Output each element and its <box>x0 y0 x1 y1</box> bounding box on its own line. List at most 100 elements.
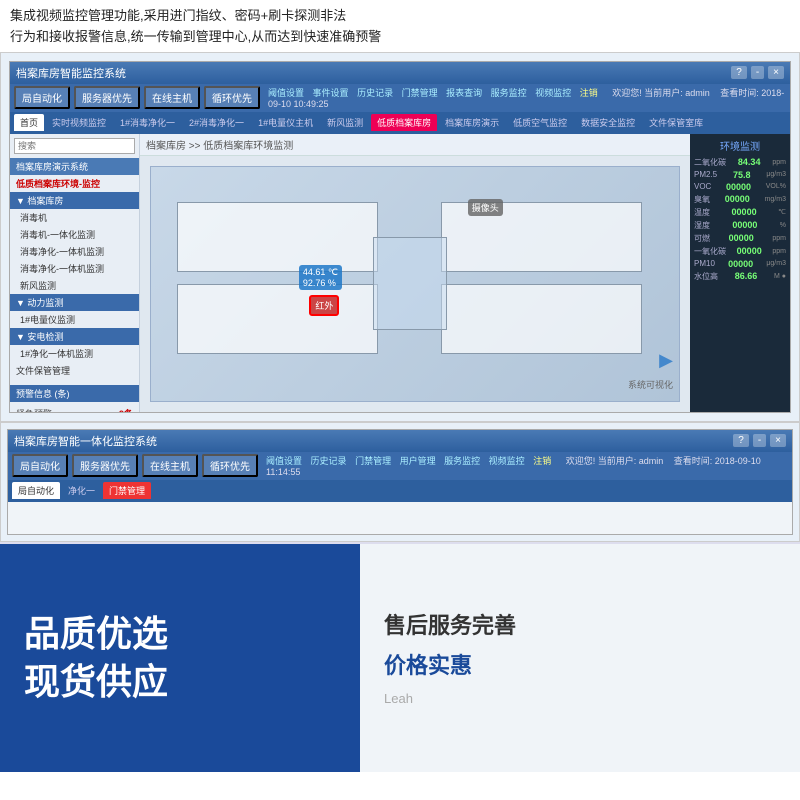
env-ozone-value: 00000 <box>725 194 750 204</box>
sidebar-section-alarm: 预警信息 (条) <box>10 385 139 402</box>
nav2-door[interactable]: 门禁管理 <box>355 456 391 466</box>
toolbar2-btn-auto[interactable]: 局自动化 <box>12 454 68 477</box>
nav2-tab-auto[interactable]: 局自动化 <box>12 482 60 499</box>
env-pm25: PM2.5 75.8 μg/m3 <box>694 170 786 180</box>
top-banner: 集成视频监控管理功能,采用进门指纹、密码+刷卡探测非法 行为和接收报警信息,统一… <box>0 0 800 52</box>
sidebar-item-purify1[interactable]: 消毒净化-一体机监测 <box>10 243 139 260</box>
nav-tab-realtime[interactable]: 实时视频监控 <box>46 114 112 131</box>
help-btn[interactable]: ? <box>731 66 747 79</box>
nav-btn-video[interactable]: 视频监控 <box>535 88 571 98</box>
promo-text-1: 品质优选 <box>24 612 336 655</box>
sidebar-item-demo[interactable]: 档案库房演示系统 <box>10 158 139 175</box>
titlebar-1: 档案库房智能监控系统 ? - × <box>10 62 790 84</box>
sidebar-item-purify2[interactable]: 消毒净化-一体机监测 <box>10 260 139 277</box>
help-btn-2[interactable]: ? <box>733 434 749 447</box>
minimize-btn-2[interactable]: - <box>753 434 766 447</box>
toolbar-btn-cycle[interactable]: 循环优先 <box>204 86 260 109</box>
nav2-user[interactable]: 用户管理 <box>400 456 436 466</box>
system-label: 系统可视化 <box>628 378 673 391</box>
sidebar-item-file[interactable]: 文件保管管理 <box>10 362 139 379</box>
toolbar2-btn-cycle[interactable]: 循环优先 <box>202 454 258 477</box>
promo-right: 售后服务完善 价格实惠 Leah <box>360 544 800 772</box>
nav-tab-ventilation[interactable]: 新风监测 <box>321 114 369 131</box>
room-left-top <box>177 202 378 272</box>
nav2-service[interactable]: 服务监控 <box>444 456 480 466</box>
toolbar-btn-online[interactable]: 在线主机 <box>144 86 200 109</box>
window-controls-1[interactable]: ? - × <box>731 66 784 79</box>
sidebar-item-archive[interactable]: 消毒机 <box>10 209 139 226</box>
close-btn-2[interactable]: × <box>770 434 786 447</box>
nav2-logout[interactable]: 注销 <box>533 456 551 466</box>
sensor-infrared[interactable]: 红外 <box>309 295 339 316</box>
window-controls-2[interactable]: ? - × <box>733 434 786 447</box>
env-co2-label: 二氧化碳 <box>694 157 726 168</box>
user-info-1: 欢迎您! 当前用户: admin <box>612 88 710 98</box>
app-body-1: 档案库房演示系统 低质档案库环境-监控 ▼ 档案库房 消毒机 消毒机-一体化监测… <box>10 134 790 412</box>
close-btn[interactable]: × <box>768 66 784 79</box>
sidebar-section-archive: ▼ 档案库房 <box>10 192 139 209</box>
toolbar2-btn-online[interactable]: 在线主机 <box>142 454 198 477</box>
nav2-tab-purify[interactable]: 净化一 <box>62 482 101 499</box>
search-input[interactable] <box>14 138 135 154</box>
sidebar-section-electric: ▼ 安电检测 <box>10 328 139 345</box>
nav-tab-file[interactable]: 文件保管室库 <box>643 114 709 131</box>
env-co: 一氧化碳 00000 ppm <box>694 246 786 257</box>
sidebar-section-power: ▼ 动力监测 <box>10 294 139 311</box>
floor-plan-area: 44.61 ℃ 92.76 % 摄像头 红外 ▶ 系统可视化 <box>140 156 690 412</box>
sensor-temp-humidity[interactable]: 44.61 ℃ 92.76 % <box>299 265 342 290</box>
alarm-count-urgent: 9条 <box>119 407 133 412</box>
env-humidity-unit: % <box>780 222 786 229</box>
env-voc: VOC 00000 VOL% <box>694 182 786 192</box>
env-water-value: 86.66 <box>735 271 758 281</box>
nav-tab-home[interactable]: 首页 <box>14 114 44 131</box>
nav-btn-door[interactable]: 门禁管理 <box>402 88 438 98</box>
nav-btn-user[interactable]: 报表查询 <box>446 88 482 98</box>
toolbar-1: 局自动化 服务器优先 在线主机 循环优先 阈值设置 事件设置 历史记录 门禁管理… <box>10 84 790 112</box>
nav-arrow-right[interactable]: ▶ <box>659 350 673 371</box>
nav-btn-history[interactable]: 事件设置 <box>313 88 349 98</box>
env-co2-value: 84.34 <box>738 157 761 167</box>
nav2-tab-door[interactable]: 门禁管理 <box>103 482 151 499</box>
env-panel: 环境监测 二氧化碳 84.34 ppm PM2.5 75.8 μg/m3 VOC… <box>690 134 790 412</box>
app-title-2: 档案库房智能一体化监控系统 <box>14 433 733 449</box>
nav-tab-demo[interactable]: 档案库房演示 <box>439 114 505 131</box>
app-window-2: 档案库房智能一体化监控系统 ? - × 局自动化 服务器优先 在线主机 循环优先… <box>7 429 793 535</box>
env-combustible-label: 可燃 <box>694 233 710 244</box>
toolbar-btn-auto[interactable]: 局自动化 <box>14 86 70 109</box>
nav-tab-air[interactable]: 低质空气监控 <box>507 114 573 131</box>
app-window-1: 档案库房智能监控系统 ? - × 局自动化 服务器优先 在线主机 循环优先 阈值… <box>9 61 791 413</box>
app-title-1: 档案库房智能监控系统 <box>16 65 731 81</box>
sensor-camera[interactable]: 摄像头 <box>468 199 503 216</box>
toolbar-2: 局自动化 服务器优先 在线主机 循环优先 阈值设置 历史记录 门禁管理 用户管理… <box>8 452 792 480</box>
minimize-btn[interactable]: - <box>751 66 764 79</box>
env-water-label: 水位高 <box>694 271 718 282</box>
nav-tab-power[interactable]: 1#电量仪主机 <box>252 114 319 131</box>
alarm-section: 紧急预警 9条 严重预警 1条 主要预警 23条 次要预警 14条 <box>10 402 139 412</box>
floor-plan-3d: 44.61 ℃ 92.76 % 摄像头 红外 ▶ 系统可视化 <box>150 166 680 402</box>
nav-btn-logout[interactable]: 注销 <box>580 88 598 98</box>
sidebar-item-ventilation[interactable]: 新风监测 <box>10 277 139 294</box>
nav2-video[interactable]: 视频监控 <box>489 456 525 466</box>
sidebar-item-power[interactable]: 1#电量仪监测 <box>10 311 139 328</box>
nav2-threshold[interactable]: 阈值设置 <box>266 456 302 466</box>
nav-tab-clean2[interactable]: 2#消毒净化一 <box>183 114 250 131</box>
nav-tab-data[interactable]: 数据安全监控 <box>575 114 641 131</box>
env-ozone-unit: mg/m3 <box>765 196 786 203</box>
nav-tab-clean1[interactable]: 1#消毒净化一 <box>114 114 181 131</box>
nav-btn-service[interactable]: 服务监控 <box>491 88 527 98</box>
env-combustible: 可燃 00000 ppm <box>694 233 786 244</box>
sidebar-item-clean[interactable]: 1#净化一体机监测 <box>10 345 139 362</box>
env-co-value: 00000 <box>737 246 762 256</box>
sidebar-item-env[interactable]: 低质档案库环境-监控 <box>10 175 139 192</box>
nav-btn-init[interactable]: 历史记录 <box>357 88 393 98</box>
nav2-history[interactable]: 历史记录 <box>311 456 347 466</box>
alarm-row-urgent: 紧急预警 9条 <box>16 406 133 412</box>
nav-tab-archive[interactable]: 低质档案库房 <box>371 114 437 131</box>
nav-btn-threshold[interactable]: 阈值设置 <box>268 88 304 98</box>
watermark-area: Leah <box>384 690 776 708</box>
sidebar-1: 档案库房演示系统 低质档案库环境-监控 ▼ 档案库房 消毒机 消毒机-一体化监测… <box>10 134 140 412</box>
toolbar2-btn-server[interactable]: 服务器优先 <box>72 454 138 477</box>
promo-sub2: 价格实惠 <box>384 648 776 680</box>
toolbar-btn-server[interactable]: 服务器优先 <box>74 86 140 109</box>
sidebar-item-disinfect1[interactable]: 消毒机-一体化监测 <box>10 226 139 243</box>
